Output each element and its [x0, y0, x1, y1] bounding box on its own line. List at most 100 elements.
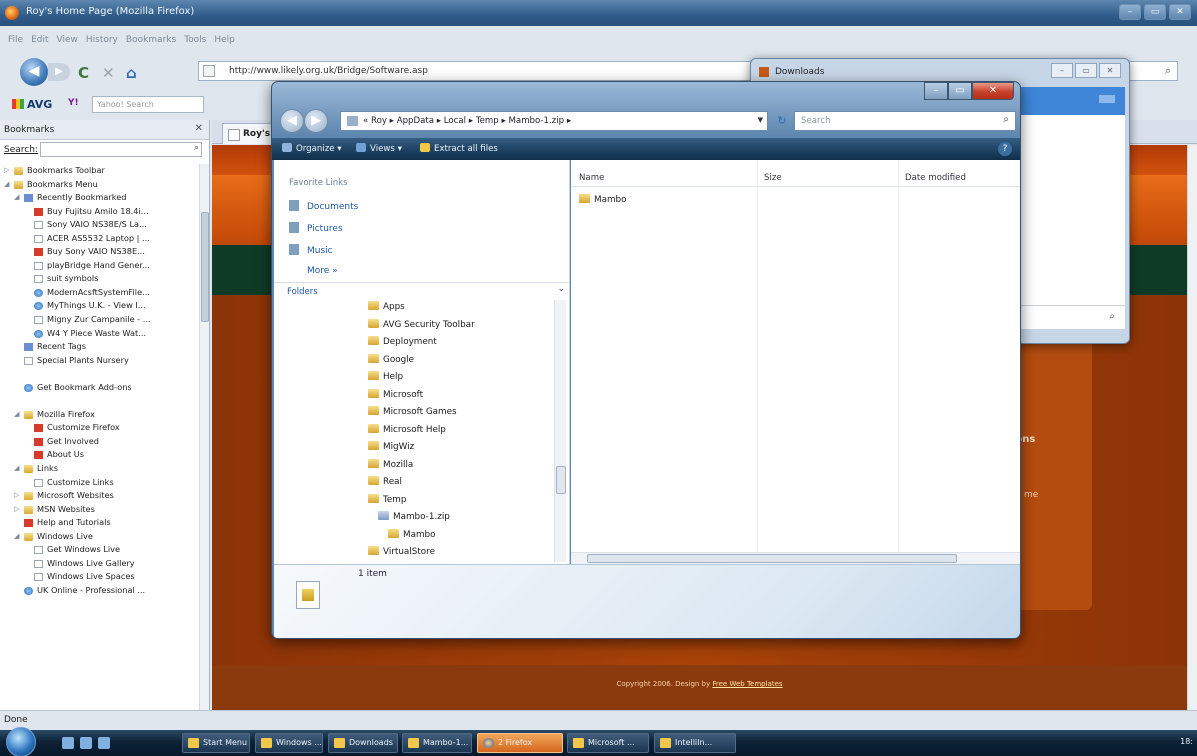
- bookmark-item[interactable]: Help and Tutorials: [0, 516, 198, 530]
- downloads-close-button[interactable]: ✕: [1099, 63, 1121, 78]
- bookmark-item[interactable]: ◢ Bookmarks Menu: [0, 178, 198, 192]
- downloads-minimize-button[interactable]: –: [1051, 63, 1073, 78]
- bookmark-item[interactable]: Special Plants Nursery: [0, 354, 198, 368]
- expand-toggle-icon[interactable]: ◢: [14, 462, 22, 476]
- close-icon[interactable]: ✕: [195, 123, 203, 134]
- back-button[interactable]: ◀: [20, 58, 48, 86]
- scrollbar-thumb[interactable]: [201, 212, 209, 322]
- bookmark-item[interactable]: W4 Y Piece Waste Wat...: [0, 327, 198, 341]
- explorer-search-input[interactable]: Search ⌕: [794, 111, 1016, 131]
- favorite-link-documents[interactable]: Documents: [289, 200, 358, 212]
- maximize-button[interactable]: ▭: [1144, 4, 1166, 20]
- menu-bookmarks[interactable]: Bookmarks: [126, 35, 176, 45]
- tree-item[interactable]: Microsoft Games: [368, 405, 457, 419]
- tree-item[interactable]: Google: [368, 353, 414, 367]
- explorer-address-bar[interactable]: « Roy ▸ AppData ▸ Local ▸ Temp ▸ Mambo-1…: [340, 111, 768, 131]
- search-icon[interactable]: ⌕: [1165, 64, 1171, 78]
- explorer-close-button[interactable]: ✕: [972, 82, 1014, 100]
- explorer-minimize-button[interactable]: –: [924, 82, 948, 100]
- views-button[interactable]: Views ▾: [356, 143, 402, 154]
- downloads-header-button[interactable]: [1099, 95, 1115, 103]
- bookmark-item[interactable]: Get Windows Live: [0, 543, 198, 557]
- tree-item[interactable]: Mambo-1.zip: [378, 510, 450, 524]
- bookmark-item[interactable]: ▷ Bookmarks Toolbar: [0, 164, 198, 178]
- bookmark-item[interactable]: ▷ Microsoft Websites: [0, 489, 198, 503]
- yahoo-search-input[interactable]: Yahoo! Search: [92, 96, 204, 113]
- quick-launch-icon[interactable]: [80, 737, 92, 749]
- expand-toggle-icon[interactable]: ◢: [4, 178, 12, 192]
- bookmark-item[interactable]: Windows Live Gallery: [0, 557, 198, 571]
- taskbar-button[interactable]: Start Menu: [182, 733, 250, 753]
- taskbar-button[interactable]: 2 Firefox: [477, 733, 563, 753]
- tree-item[interactable]: Mambo: [388, 528, 436, 542]
- bookmark-item[interactable]: ▷ MSN Websites: [0, 503, 198, 517]
- search-icon[interactable]: ⌕: [1003, 114, 1009, 125]
- column-size[interactable]: Size: [764, 173, 782, 183]
- taskbar-button[interactable]: IntelliIn...: [654, 733, 736, 753]
- favorite-link-music[interactable]: Music: [289, 244, 333, 256]
- bookmark-item[interactable]: ACER AS5532 Laptop | ...: [0, 232, 198, 246]
- bookmark-item[interactable]: MyThings U.K. - View I...: [0, 299, 198, 313]
- bookmark-item[interactable]: playBridge Hand Gener...: [0, 259, 198, 273]
- minimize-button[interactable]: –: [1119, 4, 1141, 20]
- page-scrollbar[interactable]: [1187, 145, 1197, 710]
- chevron-down-icon[interactable]: ⌄: [557, 284, 565, 294]
- bookmark-item[interactable]: suit symbols: [0, 272, 198, 286]
- menu-view[interactable]: View: [57, 35, 78, 45]
- stop-icon[interactable]: ✕: [102, 64, 115, 82]
- quick-launch-icon[interactable]: [62, 737, 74, 749]
- bookmark-item[interactable]: Get Involved: [0, 435, 198, 449]
- templates-link[interactable]: Free Web Templates: [712, 680, 782, 688]
- column-name[interactable]: Name: [579, 173, 604, 183]
- tree-item[interactable]: Apps: [368, 300, 405, 314]
- bookmark-item[interactable]: Recent Tags: [0, 340, 198, 354]
- organize-button[interactable]: Organize ▾: [282, 143, 342, 154]
- clock[interactable]: 18:: [1180, 737, 1193, 746]
- tree-item[interactable]: VirtualStore: [368, 545, 435, 559]
- expand-toggle-icon[interactable]: ▷: [4, 164, 12, 178]
- bookmark-item[interactable]: Buy Sony VAIO NS38E...: [0, 245, 198, 259]
- expand-toggle-icon[interactable]: ▷: [14, 489, 22, 503]
- menu-edit[interactable]: Edit: [31, 35, 48, 45]
- bookmark-item[interactable]: ◢ Mozilla Firefox: [0, 408, 198, 422]
- extract-all-button[interactable]: Extract all files: [420, 143, 498, 154]
- downloads-maximize-button[interactable]: ▭: [1075, 63, 1097, 78]
- file-list-hscrollbar[interactable]: [571, 552, 1020, 564]
- taskbar-button[interactable]: Downloads: [328, 733, 398, 753]
- more-links-button[interactable]: More »: [307, 266, 338, 276]
- expand-toggle-icon[interactable]: ▷: [14, 503, 22, 517]
- explorer-maximize-button[interactable]: ▭: [948, 82, 972, 100]
- scrollbar-thumb[interactable]: [556, 466, 566, 494]
- breadcrumb[interactable]: « Roy ▸ AppData ▸ Local ▸ Temp ▸ Mambo-1…: [363, 116, 571, 126]
- column-date-modified[interactable]: Date modified: [905, 173, 966, 183]
- tree-item[interactable]: Real: [368, 475, 402, 489]
- refresh-icon[interactable]: ↻: [772, 112, 792, 130]
- bookmark-item[interactable]: Customize Firefox: [0, 421, 198, 435]
- taskbar-button[interactable]: Windows ...: [255, 733, 323, 753]
- yahoo-icon[interactable]: Y!: [68, 98, 79, 108]
- taskbar-button[interactable]: Microsoft ...: [567, 733, 649, 753]
- help-icon[interactable]: ?: [998, 142, 1012, 156]
- bookmark-item[interactable]: About Us: [0, 448, 198, 462]
- menu-help[interactable]: Help: [214, 35, 235, 45]
- chevron-down-icon[interactable]: ▼: [758, 116, 763, 124]
- bookmark-item[interactable]: Get Bookmark Add-ons: [0, 381, 198, 395]
- expand-toggle-icon[interactable]: ◢: [14, 191, 22, 205]
- bookmark-item[interactable]: UK Online - Professional ...: [0, 584, 198, 598]
- tree-item[interactable]: MigWiz: [368, 440, 414, 454]
- tree-item[interactable]: Help: [368, 370, 403, 384]
- bookmark-item[interactable]: ◢ Links: [0, 462, 198, 476]
- explorer-forward-button[interactable]: ▶: [304, 109, 328, 133]
- avg-logo[interactable]: AVG: [12, 98, 52, 111]
- reload-icon[interactable]: C: [78, 64, 89, 82]
- favorite-link-pictures[interactable]: Pictures: [289, 222, 343, 234]
- bookmark-item[interactable]: ◢ Recently Bookmarked: [0, 191, 198, 205]
- bookmark-item[interactable]: Migny Zur Campanile - ...: [0, 313, 198, 327]
- expand-toggle-icon[interactable]: ◢: [14, 408, 22, 422]
- folders-header[interactable]: Folders ⌄: [274, 282, 569, 298]
- sidebar-search-input[interactable]: ⌕: [40, 142, 202, 157]
- file-row[interactable]: Mambo: [579, 194, 627, 205]
- start-button[interactable]: [6, 727, 36, 756]
- bookmark-item[interactable]: ◢ Windows Live: [0, 530, 198, 544]
- bookmark-item[interactable]: Customize Links: [0, 476, 198, 490]
